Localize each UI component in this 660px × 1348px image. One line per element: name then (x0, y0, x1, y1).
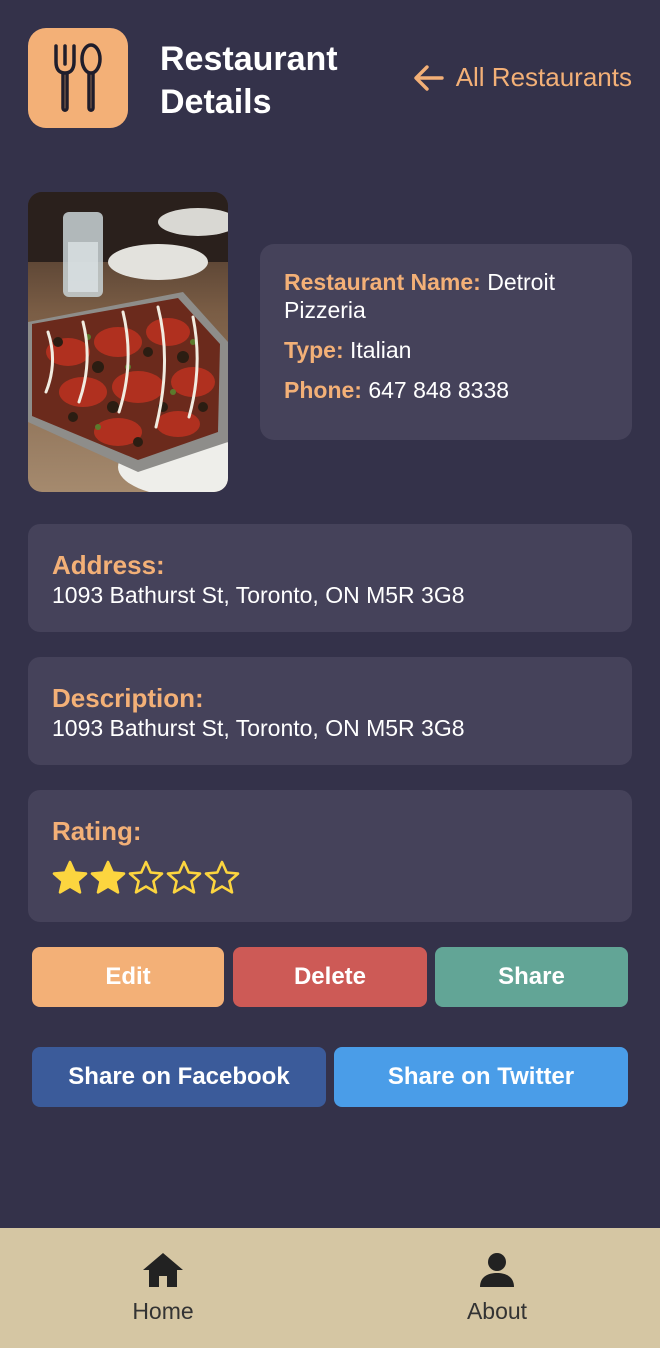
tab-about[interactable]: About (397, 1228, 597, 1348)
bottom-tab-bar: Home About (0, 1228, 660, 1348)
restaurant-phone-value: 647 848 8338 (368, 377, 510, 403)
share-facebook-button[interactable]: Share on Facebook (32, 1047, 326, 1107)
restaurant-info-card: Restaurant Name: Detroit Pizzeria Type: … (260, 244, 632, 440)
restaurant-name-row: Restaurant Name: Detroit Pizzeria (284, 268, 608, 324)
restaurant-photo (28, 192, 228, 492)
star-outline-icon (204, 860, 240, 894)
page-title: Restaurant Details (160, 40, 338, 121)
person-icon (480, 1252, 514, 1287)
arrow-left-icon (413, 64, 444, 91)
share-button[interactable]: Share (435, 947, 628, 1007)
edit-button[interactable]: Edit (32, 947, 224, 1007)
restaurant-type-row: Type: Italian (284, 336, 608, 364)
rating-stars (52, 860, 608, 896)
star-outline-icon (128, 860, 164, 894)
tab-about-label: About (466, 1297, 528, 1324)
star-filled-icon (52, 860, 88, 894)
address-label: Address: (52, 550, 165, 580)
description-card: Description: 1093 Bathurst St, Toronto, … (28, 657, 632, 765)
star-filled-icon (90, 860, 126, 894)
tab-home-label: Home (132, 1297, 194, 1324)
delete-button[interactable]: Delete (233, 947, 427, 1007)
share-twitter-button[interactable]: Share on Twitter (334, 1047, 628, 1107)
tab-home[interactable]: Home (63, 1228, 263, 1348)
restaurant-type-value: Italian (350, 337, 412, 363)
address-card: Address: 1093 Bathurst St, Toronto, ON M… (28, 524, 632, 632)
header: Restaurant Details All Restaurants (28, 28, 632, 128)
home-icon (143, 1252, 183, 1287)
logo (28, 28, 128, 128)
rating-card: Rating: (28, 790, 632, 922)
fork-spoon-icon (54, 43, 102, 112)
rating-label: Rating: (52, 816, 142, 846)
description-value: 1093 Bathurst St, Toronto, ON M5R 3G8 (52, 715, 465, 741)
restaurant-name-label: Restaurant Name: (284, 269, 481, 295)
description-label: Description: (52, 683, 204, 713)
address-value: 1093 Bathurst St, Toronto, ON M5R 3G8 (52, 582, 465, 608)
restaurant-type-label: Type: (284, 337, 344, 363)
all-restaurants-link[interactable]: All Restaurants (413, 62, 632, 93)
restaurant-phone-row: Phone: 647 848 8338 (284, 376, 608, 404)
restaurant-phone-label: Phone: (284, 377, 362, 403)
star-outline-icon (166, 860, 202, 894)
all-restaurants-label: All Restaurants (455, 62, 632, 92)
